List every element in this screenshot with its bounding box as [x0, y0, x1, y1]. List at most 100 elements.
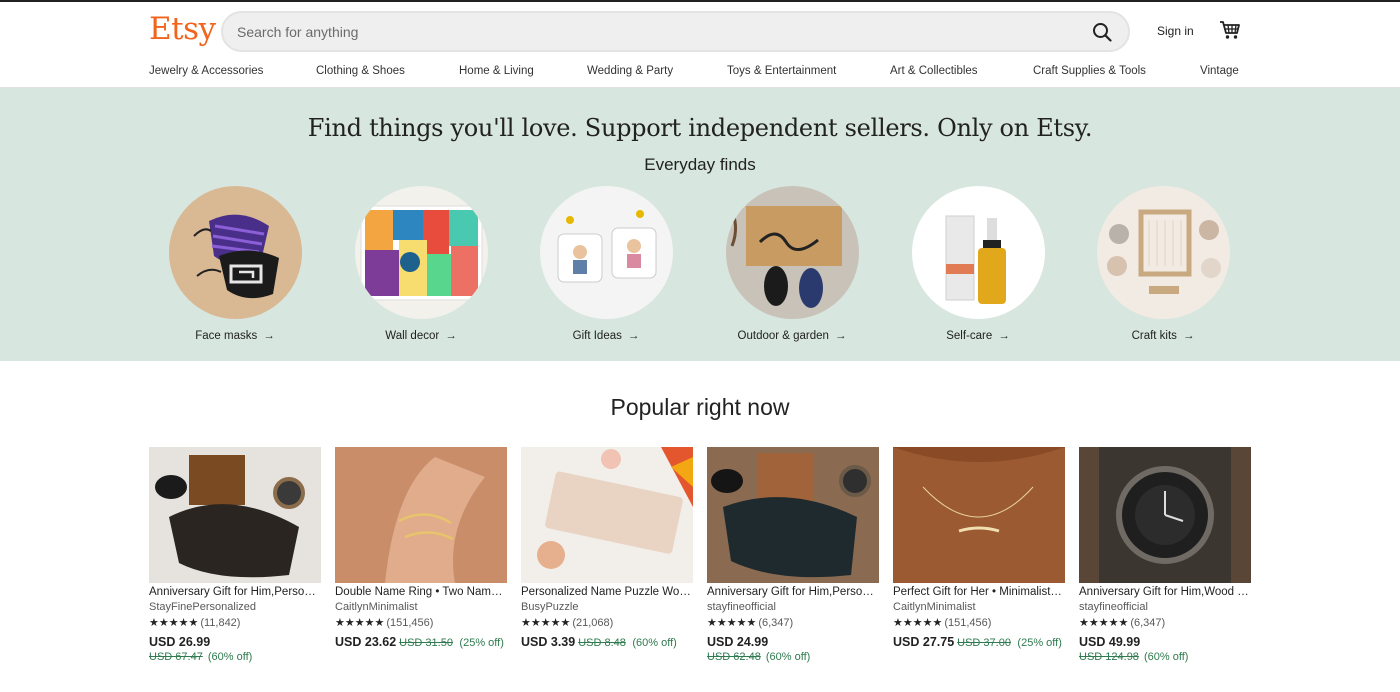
shop-name[interactable]: CaitlynMinimalist: [335, 601, 418, 613]
discount-percent: (25% off): [459, 637, 504, 649]
product-card[interactable]: Anniversary Gift for Him,Wood Watch stay…: [1079, 447, 1251, 669]
product-price: USD 24.99: [707, 635, 769, 649]
wall-decor-image[interactable]: [355, 186, 488, 319]
product-card[interactable]: Anniversary Gift for Him,Personalized Wa…: [707, 447, 879, 669]
craft-kits-label[interactable]: Craft kits →: [1083, 330, 1243, 342]
product-rating: ★★★★★ (6,347): [707, 617, 794, 629]
product-image[interactable]: [149, 447, 321, 583]
category-nav: Jewelry & Accessories Clothing & Shoes H…: [0, 65, 1400, 79]
gift-ideas-label[interactable]: Gift Ideas →: [526, 330, 686, 342]
product-image[interactable]: [893, 447, 1065, 583]
star-rating-icon: ★★★★★: [521, 617, 571, 629]
arrow-right-icon: →: [1182, 330, 1195, 342]
nav-jewelry-accessories[interactable]: Jewelry & Accessories: [149, 65, 263, 77]
nav-vintage[interactable]: Vintage: [1200, 65, 1239, 77]
product-price: USD 26.99: [149, 635, 211, 649]
face-masks-image[interactable]: [169, 186, 302, 319]
original-price: USD 8.48: [578, 637, 626, 649]
self-care-image[interactable]: [912, 186, 1045, 319]
arrow-right-icon: →: [445, 330, 457, 342]
arrow-right-icon: →: [998, 330, 1010, 342]
product-title[interactable]: Anniversary Gift for Him,Personalized Wa…: [707, 586, 879, 598]
product-price: USD 49.99: [1079, 635, 1141, 649]
arrow-right-icon: →: [627, 330, 640, 342]
etsy-logo[interactable]: Etsy: [149, 11, 216, 47]
find-outdoor-garden[interactable]: Outdoor & garden →: [712, 186, 872, 348]
discount-percent: (60% off): [207, 651, 253, 663]
product-title[interactable]: Double Name Ring • Two Name Ring: [335, 586, 507, 598]
product-rating: ★★★★★ (21,068): [521, 617, 614, 629]
price-row: USD 24.99: [707, 633, 768, 651]
discount-percent: (60% off): [765, 651, 811, 663]
nav-wedding-party[interactable]: Wedding & Party: [587, 65, 673, 77]
find-craft-kits[interactable]: Craft kits →: [1083, 186, 1243, 348]
product-card[interactable]: Personalized Name Puzzle Wooden BusyPuzz…: [521, 447, 693, 669]
arrow-right-icon: →: [834, 330, 847, 342]
self-care-label[interactable]: Self-care →: [898, 330, 1058, 342]
price-row: USD 26.99: [149, 633, 210, 651]
star-rating-icon: ★★★★★: [893, 617, 943, 629]
star-rating-icon: ★★★★★: [335, 617, 385, 629]
product-title[interactable]: Anniversary Gift for Him,Wood Watch: [1079, 586, 1251, 598]
original-price: USD 67.47: [149, 651, 203, 663]
product-rating: ★★★★★ (6,347): [1079, 617, 1166, 629]
shop-name[interactable]: stayfineofficial: [707, 601, 776, 613]
discount-percent: (60% off): [1144, 651, 1189, 663]
product-rating: ★★★★★ (151,456): [335, 617, 434, 629]
product-image[interactable]: [1079, 447, 1251, 583]
shop-name[interactable]: CaitlynMinimalist: [893, 601, 976, 613]
product-rating: ★★★★★ (151,456): [893, 617, 992, 629]
price-row: USD 27.75 USD 37.00 (25% off): [893, 633, 1062, 651]
product-title[interactable]: Personalized Name Puzzle Wooden: [521, 586, 693, 598]
nav-art-collectibles[interactable]: Art & Collectibles: [890, 65, 978, 77]
product-card[interactable]: Anniversary Gift for Him,Personalized Wa…: [149, 447, 321, 669]
arrow-right-icon: →: [263, 330, 275, 342]
product-image[interactable]: [707, 447, 879, 583]
nav-toys-entertainment[interactable]: Toys & Entertainment: [727, 65, 836, 77]
cart-icon[interactable]: [1219, 20, 1241, 40]
gift-ideas-image[interactable]: [540, 186, 673, 319]
find-face-masks[interactable]: Face masks →: [155, 186, 315, 348]
discount-percent: (60% off): [632, 637, 677, 649]
find-self-care[interactable]: Self-care →: [898, 186, 1058, 348]
sign-in-link[interactable]: Sign in: [1157, 24, 1194, 38]
face-masks-label[interactable]: Face masks →: [155, 330, 315, 342]
original-price: USD 31.50: [399, 637, 453, 649]
craft-kits-image[interactable]: [1097, 186, 1230, 319]
shop-name[interactable]: StayFinePersonalized: [149, 601, 256, 613]
wall-decor-label[interactable]: Wall decor →: [341, 330, 501, 342]
search-bar[interactable]: [221, 11, 1130, 52]
shop-name[interactable]: stayfineofficial: [1079, 601, 1148, 613]
product-rating: ★★★★★ (11,842): [149, 617, 241, 629]
original-price: USD 124.98: [1079, 651, 1139, 663]
product-card[interactable]: Perfect Gift for Her • Minimalist Name N…: [893, 447, 1065, 669]
discount-percent: (25% off): [1017, 637, 1062, 649]
hero-title: Find things you'll love. Support indepen…: [307, 114, 1093, 142]
product-title[interactable]: Perfect Gift for Her • Minimalist Name N…: [893, 586, 1065, 598]
price-row: USD 3.39 USD 8.48 (60% off): [521, 633, 677, 651]
price-row: USD 49.99: [1079, 633, 1140, 651]
star-rating-icon: ★★★★★: [707, 617, 757, 629]
search-input[interactable]: [237, 21, 1057, 43]
product-title[interactable]: Anniversary Gift for Him,Personalized Wa…: [149, 586, 321, 598]
find-wall-decor[interactable]: Wall decor →: [341, 186, 501, 348]
product-image[interactable]: [521, 447, 693, 583]
outdoor-garden-label[interactable]: Outdoor & garden →: [712, 330, 872, 342]
discount-row: USD 67.47 (60% off): [149, 651, 252, 663]
discount-row: USD 124.98 (60% off): [1079, 651, 1188, 663]
original-price: USD 37.00: [957, 637, 1011, 649]
nav-craft-supplies-tools[interactable]: Craft Supplies & Tools: [1033, 65, 1146, 77]
hero-banner: Find things you'll love. Support indepen…: [0, 88, 1400, 361]
product-image[interactable]: [335, 447, 507, 583]
popular-section-title: Popular right now: [610, 394, 790, 420]
find-gift-ideas[interactable]: Gift Ideas →: [526, 186, 686, 348]
shop-name[interactable]: BusyPuzzle: [521, 601, 578, 613]
price-row: USD 23.62 USD 31.50 (25% off): [335, 633, 504, 651]
nav-home-living[interactable]: Home & Living: [459, 65, 534, 77]
nav-clothing-shoes[interactable]: Clothing & Shoes: [316, 65, 405, 77]
search-icon[interactable]: [1092, 22, 1112, 42]
top-border: [0, 0, 1400, 2]
outdoor-garden-image[interactable]: [726, 186, 859, 319]
product-price: USD 27.75: [893, 635, 955, 649]
product-card[interactable]: Double Name Ring • Two Name Ring Caitlyn…: [335, 447, 507, 669]
